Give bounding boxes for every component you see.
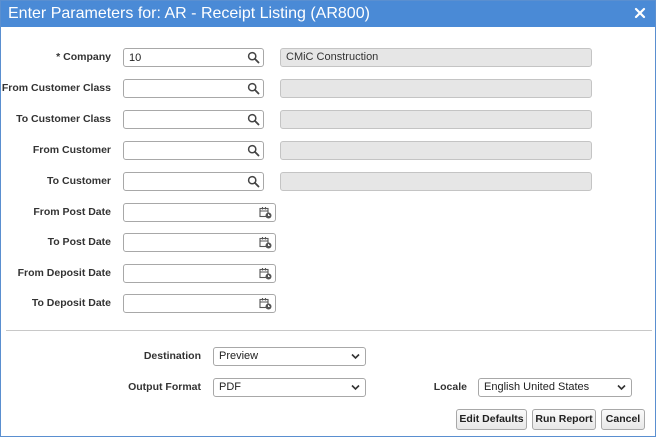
to-post-date-input[interactable] [124, 234, 256, 251]
company-input[interactable] [124, 49, 244, 66]
to-customer-label: To Customer [47, 175, 111, 187]
calendar-icon[interactable] [259, 206, 272, 219]
search-icon[interactable] [247, 51, 260, 64]
chevron-down-icon [617, 384, 626, 391]
from-customer-field[interactable] [123, 141, 264, 160]
from-customer-description [280, 141, 592, 160]
chevron-down-icon [351, 384, 360, 391]
to-customer-input[interactable] [124, 173, 244, 190]
section-divider [6, 330, 652, 331]
to-customer-class-label: To Customer Class [16, 113, 111, 125]
locale-select[interactable]: English United States [478, 378, 632, 397]
to-customer-field[interactable] [123, 172, 264, 191]
to-customer-class-input[interactable] [124, 111, 244, 128]
to-deposit-date-field[interactable] [123, 294, 276, 313]
search-icon[interactable] [247, 113, 260, 126]
locale-value: English United States [484, 381, 590, 393]
search-icon[interactable] [247, 82, 260, 95]
edit-defaults-button[interactable]: Edit Defaults [456, 409, 527, 430]
search-icon[interactable] [247, 175, 260, 188]
from-customer-class-description [280, 79, 592, 98]
locale-label: Locale [433, 381, 467, 393]
from-customer-class-input[interactable] [124, 80, 244, 97]
from-post-date-label: From Post Date [33, 206, 111, 218]
from-customer-class-field[interactable] [123, 79, 264, 98]
from-post-date-input[interactable] [124, 204, 256, 221]
to-deposit-date-label: To Deposit Date [31, 297, 111, 309]
to-customer-class-description [280, 110, 592, 129]
from-deposit-date-field[interactable] [123, 264, 276, 283]
from-customer-class-label: From Customer Class [1, 82, 111, 94]
from-customer-label: From Customer [32, 144, 111, 156]
to-customer-description [280, 172, 592, 191]
calendar-icon[interactable] [259, 236, 272, 249]
cancel-button[interactable]: Cancel [601, 409, 645, 430]
output-format-select[interactable]: PDF [213, 378, 366, 397]
from-deposit-date-label: From Deposit Date [17, 267, 111, 279]
to-deposit-date-input[interactable] [124, 295, 256, 312]
company-field[interactable] [123, 48, 264, 67]
destination-label: Destination [143, 350, 201, 362]
chevron-down-icon [351, 353, 360, 360]
output-format-label: Output Format [128, 381, 201, 393]
company-label: * Company [56, 51, 111, 63]
dialog-title: Enter Parameters for: AR - Receipt Listi… [8, 5, 370, 22]
to-customer-class-field[interactable] [123, 110, 264, 129]
from-customer-input[interactable] [124, 142, 244, 159]
from-post-date-field[interactable] [123, 203, 276, 222]
parameters-dialog: Enter Parameters for: AR - Receipt Listi… [0, 0, 656, 437]
company-description: CMiC Construction [280, 48, 592, 67]
calendar-icon[interactable] [259, 267, 272, 280]
close-icon[interactable] [633, 6, 647, 20]
destination-select[interactable]: Preview [213, 347, 366, 366]
to-post-date-field[interactable] [123, 233, 276, 252]
calendar-icon[interactable] [259, 297, 272, 310]
from-deposit-date-input[interactable] [124, 265, 256, 282]
to-post-date-label: To Post Date [47, 236, 111, 248]
run-report-button[interactable]: Run Report [532, 409, 596, 430]
output-format-value: PDF [219, 381, 241, 393]
destination-value: Preview [219, 350, 259, 362]
dialog-titlebar: Enter Parameters for: AR - Receipt Listi… [1, 1, 655, 27]
search-icon[interactable] [247, 144, 260, 157]
